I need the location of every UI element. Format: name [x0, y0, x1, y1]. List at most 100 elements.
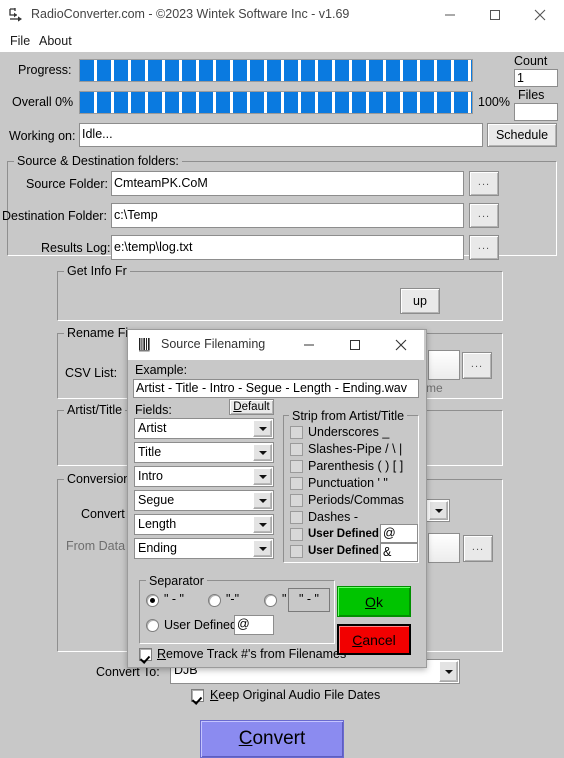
from-data-browse-button[interactable]: ...	[463, 535, 493, 562]
csv-list-browse-button[interactable]: ...	[462, 352, 492, 379]
csv-list-label: CSV List:	[65, 366, 118, 380]
get-info-up-button[interactable]: up	[400, 288, 440, 314]
count-value[interactable]: 1	[514, 69, 558, 87]
overall-percent-label: 100%	[478, 95, 510, 109]
strip-slashes-label: Slashes-Pipe / \ |	[308, 442, 403, 456]
dialog-close-button[interactable]	[378, 330, 424, 360]
chevron-down-icon[interactable]	[253, 516, 272, 533]
files-value[interactable]	[514, 103, 558, 121]
menu-item-about[interactable]: About	[35, 33, 76, 49]
field-combo-artist[interactable]: Artist	[134, 418, 274, 439]
rename-partial-label: me	[426, 381, 443, 395]
chevron-down-icon[interactable]	[253, 540, 272, 557]
strip-dashes-checkbox[interactable]	[290, 511, 303, 524]
strip-parenthesis-checkbox[interactable]	[290, 460, 303, 473]
chevron-down-icon[interactable]	[253, 420, 272, 437]
separator-radio-underscore[interactable]	[264, 594, 277, 607]
ok-button[interactable]: Ok	[337, 586, 411, 617]
from-data-browse-label: ...	[471, 540, 485, 553]
source-filenaming-dialog: Source Filenaming Example: Artist - Titl…	[127, 329, 427, 668]
separator-label-dash-spaced: " - "	[164, 592, 184, 606]
strip-group-caption: Strip from Artist/Title	[289, 409, 408, 423]
separator-radio-dash-spaced[interactable]	[146, 594, 159, 607]
field-combo-title[interactable]: Title	[134, 442, 274, 463]
example-value[interactable]: Artist - Title - Intro - Segue - Length …	[133, 379, 419, 398]
ok-button-label: Ok	[365, 593, 383, 610]
strip-punctuation-checkbox[interactable]	[290, 477, 303, 490]
source-folder-input[interactable]: CmteamPK.CoM	[111, 171, 464, 196]
minimize-button[interactable]	[427, 0, 472, 30]
strip-underscores-checkbox[interactable]	[290, 426, 303, 439]
remove-track-checkbox[interactable]	[139, 648, 152, 661]
from-data-input[interactable]	[428, 533, 460, 563]
field-combo-ending[interactable]: Ending	[134, 538, 274, 559]
menu-item-file[interactable]: File	[6, 33, 34, 49]
field-value-ending: Ending	[138, 541, 177, 555]
remove-track-label: Remove Track #'s from Filenames	[157, 647, 347, 661]
results-log-browse-label: ...	[477, 239, 491, 252]
dialog-title: Source Filenaming	[161, 337, 266, 351]
default-button[interactable]: Default	[229, 399, 274, 415]
strip-periods-checkbox[interactable]	[290, 494, 303, 507]
dialog-maximize-button[interactable]	[332, 330, 378, 360]
results-log-label: Results Log:	[41, 241, 111, 255]
dialog-titlebar: Source Filenaming	[128, 330, 424, 360]
rename-files-group-caption: Rename Fi	[64, 326, 132, 340]
strip-user-defined-1-label: User Defined	[308, 528, 379, 540]
chevron-down-icon[interactable]	[253, 444, 272, 461]
destination-folder-input[interactable]: c:\Temp	[111, 203, 464, 228]
separator-radio-dash[interactable]	[208, 594, 221, 607]
destination-folder-browse-button[interactable]: ...	[469, 203, 499, 228]
overall-label: Overall 0%	[12, 95, 74, 109]
csv-list-input[interactable]	[428, 350, 460, 380]
strip-dashes-label: Dashes -	[308, 510, 359, 524]
separator-group-caption: Separator	[146, 574, 207, 588]
fields-label: Fields:	[135, 403, 172, 417]
maximize-button[interactable]	[472, 0, 517, 30]
files-label: Files	[518, 88, 545, 102]
client-area: Progress: Overall 0% 100% Count 1 Files …	[0, 52, 564, 758]
window-titlebar: RadioConverter.com - ©2023 Wintek Softwa…	[0, 0, 564, 30]
field-combo-length[interactable]: Length	[134, 514, 274, 535]
chevron-down-icon[interactable]	[439, 661, 458, 682]
field-combo-segue[interactable]: Segue	[134, 490, 274, 511]
dialog-minimize-button[interactable]	[286, 330, 332, 360]
results-log-browse-button[interactable]: ...	[469, 235, 499, 260]
working-on-label: Working on:	[9, 129, 76, 143]
strip-user-defined-2-input[interactable]: &	[380, 543, 418, 562]
strip-slashes-checkbox[interactable]	[290, 443, 303, 456]
menubar: File About	[0, 30, 564, 52]
conversion-group-caption: Conversion	[64, 472, 134, 486]
strip-user-defined-1-checkbox[interactable]	[290, 528, 303, 541]
source-folder-browse-button[interactable]: ...	[469, 171, 499, 196]
working-on-value[interactable]: Idle...	[79, 123, 483, 147]
chevron-down-icon[interactable]	[253, 468, 272, 485]
separator-user-defined-input[interactable]: @	[234, 615, 274, 635]
field-combo-intro[interactable]: Intro	[134, 466, 274, 487]
destination-folder-browse-label: ...	[477, 207, 491, 220]
chevron-down-icon[interactable]	[253, 492, 272, 509]
separator-radio-user-defined[interactable]	[146, 619, 159, 632]
results-log-input[interactable]: e:\temp\log.txt	[111, 235, 464, 260]
chevron-down-icon[interactable]	[429, 501, 448, 520]
get-info-group-caption: Get Info Fr	[64, 264, 130, 278]
progress-label: Progress:	[18, 63, 72, 77]
destination-folder-label: Destination Folder:	[2, 209, 107, 223]
separator-user-defined-label: User Defined:	[164, 618, 241, 632]
overall-progress-bar	[79, 91, 473, 114]
close-button[interactable]	[517, 0, 562, 30]
cancel-button[interactable]: Cancel	[337, 624, 411, 655]
schedule-button[interactable]: Schedule	[487, 123, 557, 147]
strip-user-defined-2-label: User Defined	[308, 545, 379, 557]
strip-parenthesis-label: Parenthesis ( ) [ ]	[308, 459, 404, 473]
window-title: RadioConverter.com - ©2023 Wintek Softwa…	[31, 7, 350, 21]
keep-dates-checkbox[interactable]	[191, 689, 204, 702]
field-value-title: Title	[138, 445, 162, 459]
convert-button-label: Convert	[238, 728, 306, 749]
convert-button[interactable]: Convert	[200, 720, 344, 758]
source-folder-browse-label: ...	[477, 175, 491, 188]
strip-user-defined-2-checkbox[interactable]	[290, 545, 303, 558]
strip-periods-label: Periods/Commas	[308, 493, 404, 507]
maximize-icon	[489, 10, 500, 20]
strip-user-defined-1-input[interactable]: @	[380, 524, 418, 543]
